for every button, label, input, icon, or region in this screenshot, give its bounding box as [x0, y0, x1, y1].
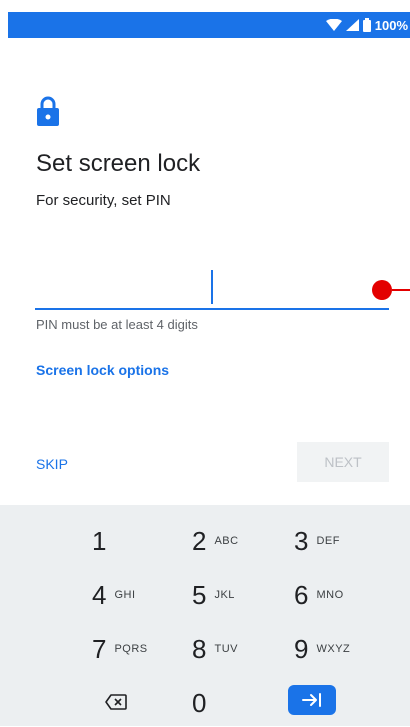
- page-subtitle: For security, set PIN: [36, 192, 171, 209]
- battery-percent: 100%: [374, 17, 408, 33]
- cell-signal-icon: [345, 19, 359, 31]
- key-6[interactable]: 6 MNO: [294, 571, 390, 619]
- key-digit: 7: [92, 633, 107, 664]
- next-button[interactable]: NEXT: [297, 442, 389, 482]
- key-digit: 2: [192, 525, 207, 556]
- key-digit: 6: [294, 579, 309, 610]
- lock-icon: [37, 96, 59, 126]
- key-letters: JKL: [214, 589, 235, 601]
- key-8[interactable]: 8 TUV: [192, 625, 288, 673]
- key-digit: 8: [192, 633, 207, 664]
- key-digit: 0: [192, 687, 207, 718]
- key-letters: WXYZ: [316, 643, 351, 655]
- key-7[interactable]: 7 PQRS: [92, 625, 188, 673]
- screen-lock-options-link[interactable]: Screen lock options: [36, 362, 169, 378]
- text-caret: [211, 270, 213, 304]
- pin-hint: PIN must be at least 4 digits: [36, 317, 198, 332]
- backspace-icon: [105, 694, 127, 710]
- key-4[interactable]: 4 GHI: [92, 571, 188, 619]
- key-digit: 1: [92, 525, 107, 556]
- key-digit: 4: [92, 579, 107, 610]
- key-9[interactable]: 9 WXYZ: [294, 625, 390, 673]
- red-marker-line: [392, 289, 410, 291]
- status-bar: 100%: [8, 12, 410, 38]
- battery-icon: [362, 18, 371, 32]
- key-1[interactable]: 1: [92, 517, 188, 565]
- wifi-icon: [325, 19, 342, 31]
- page-title: Set screen lock: [36, 150, 201, 177]
- pin-input[interactable]: [35, 268, 389, 310]
- enter-arrow-icon: [302, 693, 321, 707]
- key-letters: MNO: [316, 589, 344, 601]
- skip-button[interactable]: SKIP: [36, 456, 68, 472]
- key-digit: 3: [294, 525, 309, 556]
- backspace-key[interactable]: [100, 691, 132, 713]
- numeric-keypad: 1 2 ABC 3 DEF 4 GHI 5 JKL 6 MNO 7 PQRS 8…: [0, 505, 410, 726]
- key-letters: ABC: [214, 535, 239, 547]
- key-5[interactable]: 5 JKL: [192, 571, 288, 619]
- key-digit: 5: [192, 579, 207, 610]
- enter-key[interactable]: [288, 685, 336, 715]
- key-digit: 9: [294, 633, 309, 664]
- key-2[interactable]: 2 ABC: [192, 517, 288, 565]
- key-0[interactable]: 0: [192, 679, 288, 727]
- key-3[interactable]: 3 DEF: [294, 517, 390, 565]
- key-letters: TUV: [214, 643, 238, 655]
- key-letters: DEF: [316, 535, 340, 547]
- key-letters: PQRS: [114, 643, 148, 655]
- key-letters: GHI: [114, 589, 136, 601]
- red-marker-dot: [372, 280, 392, 300]
